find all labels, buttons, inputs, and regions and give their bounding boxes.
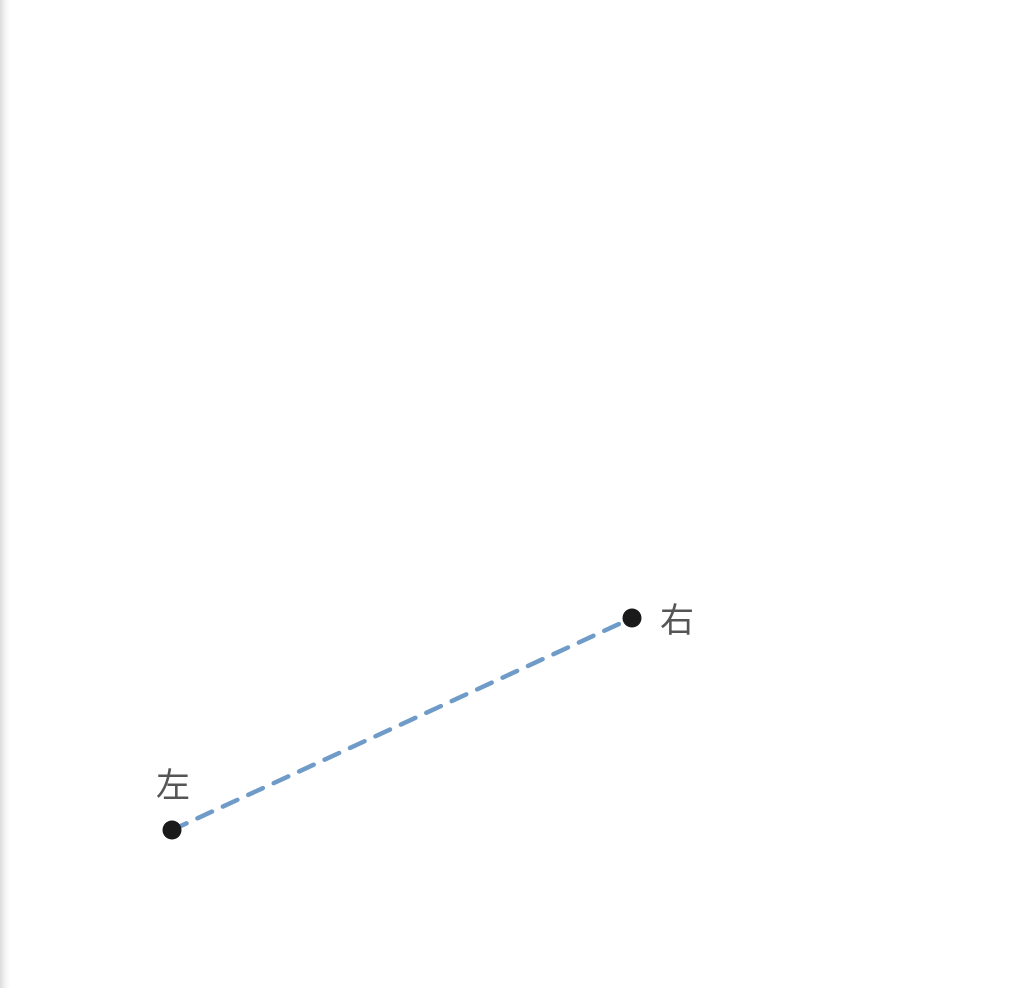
point-left	[162, 820, 182, 840]
label-left: 左	[156, 766, 190, 806]
point-right	[622, 608, 642, 628]
dashed-connector-line	[169, 615, 635, 833]
label-right: 右	[660, 601, 694, 641]
diagram-canvas: 左 右	[0, 0, 1018, 988]
diagram-svg: 左 右	[156, 601, 694, 840]
